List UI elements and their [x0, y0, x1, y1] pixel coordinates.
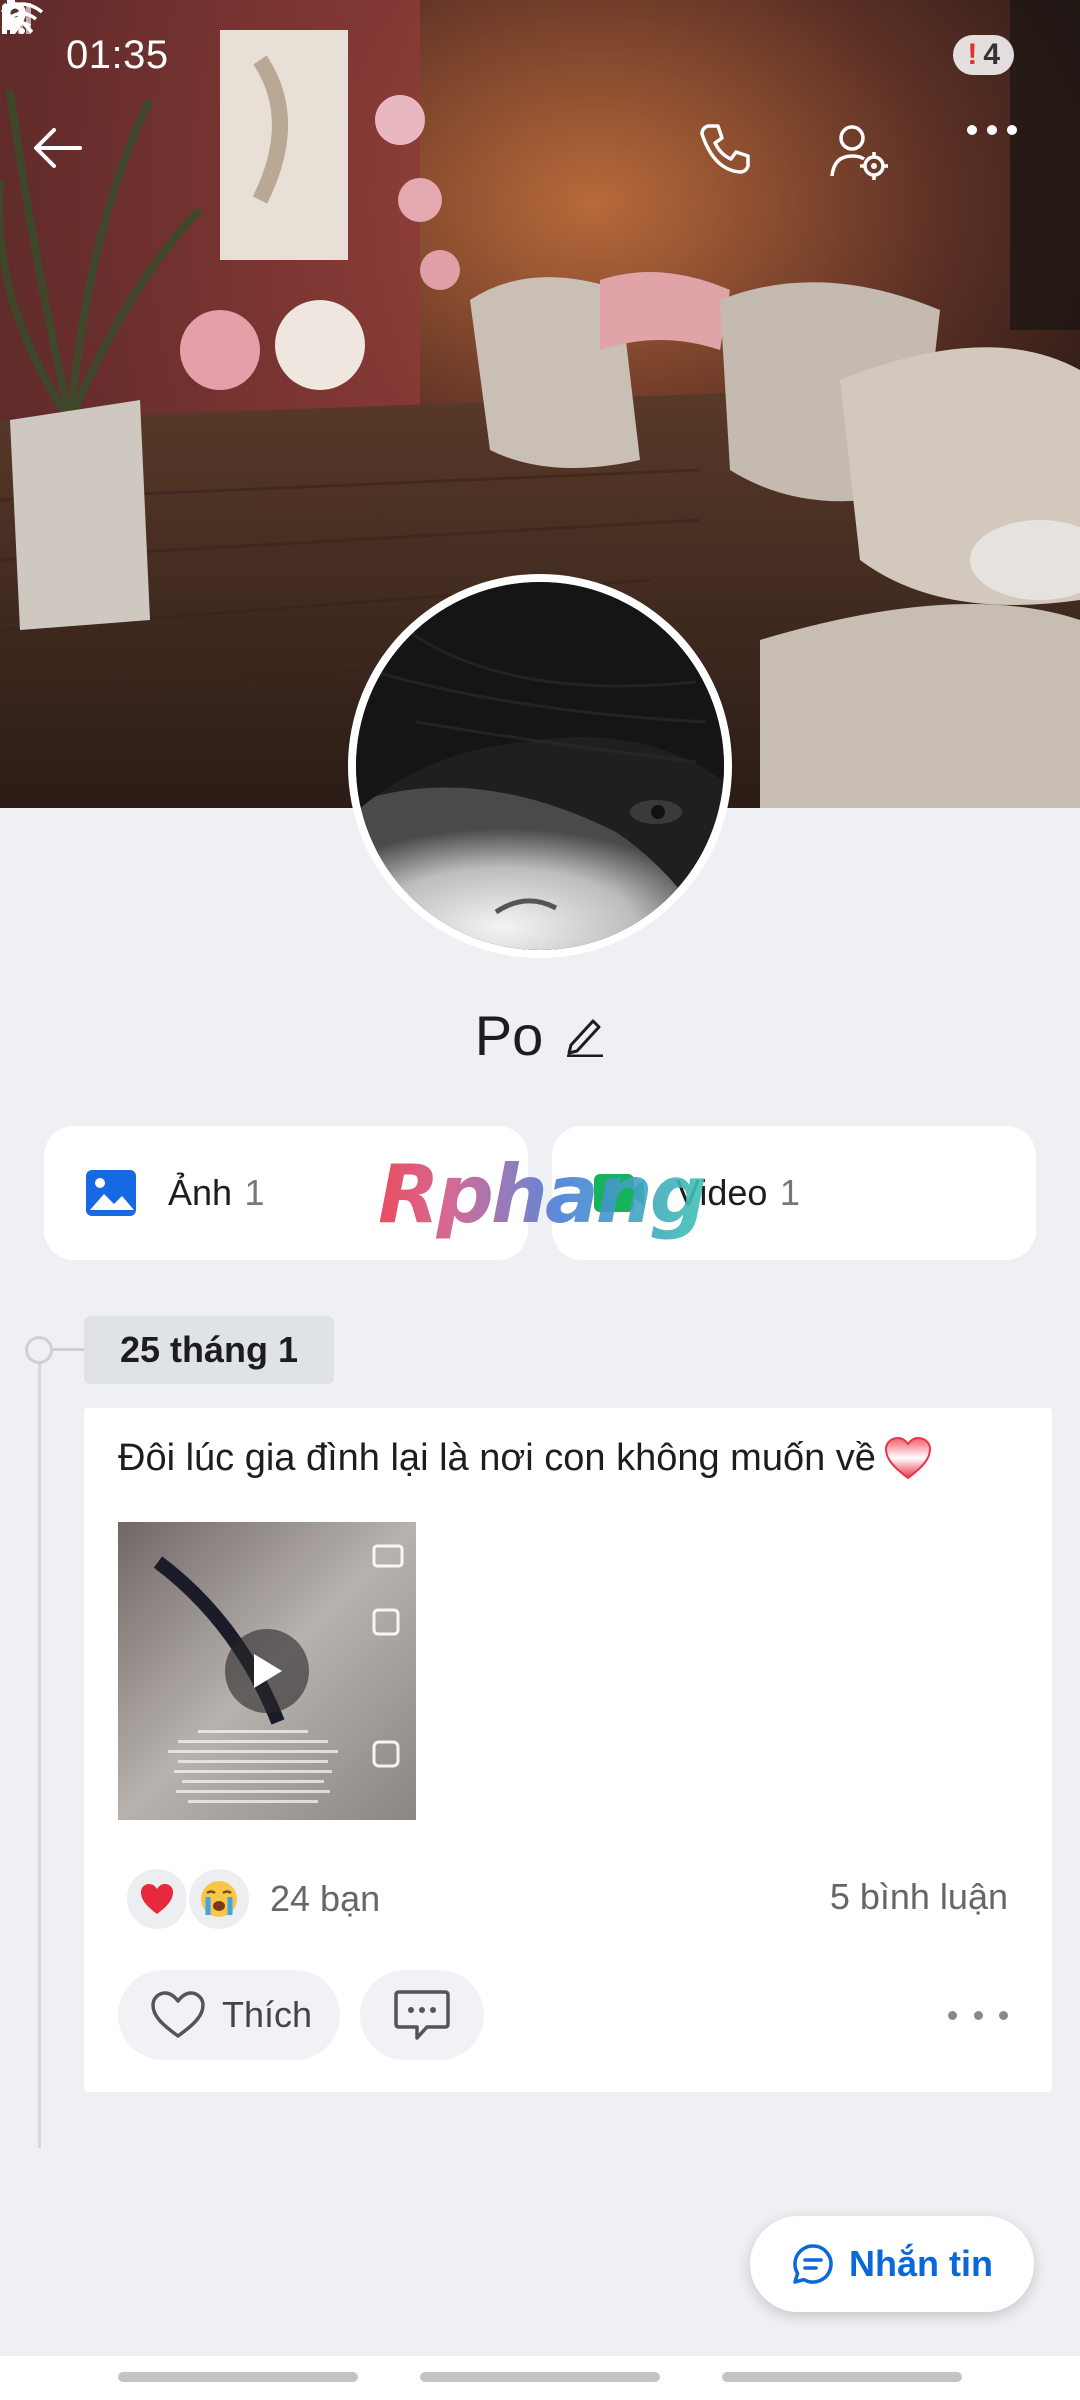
message-label: Nhắn tin	[849, 2243, 993, 2284]
back-arrow-icon	[34, 128, 82, 168]
top-nav	[0, 120, 1080, 216]
crying-reaction	[186, 1866, 252, 1932]
play-icon	[254, 1654, 282, 1688]
status-bar: 01:35 ! 4	[0, 0, 1080, 110]
comments-count[interactable]: 5 bình luận	[830, 1876, 1008, 1918]
status-time: 01:35	[66, 32, 169, 77]
message-button[interactable]: Nhắn tin	[750, 2216, 1034, 2312]
back-button[interactable]	[30, 120, 126, 216]
post-text: Đôi lúc gia đình lại là nơi con không mu…	[118, 1436, 876, 1479]
more-options-button[interactable]	[964, 120, 1060, 216]
notification-badge: ! 4	[953, 35, 1014, 75]
nav-handle-left[interactable]	[118, 2372, 358, 2382]
edit-name-icon[interactable]	[565, 1013, 605, 1057]
profile-settings-button[interactable]	[828, 120, 924, 216]
comment-button[interactable]	[360, 1970, 484, 2060]
crying-face-icon	[201, 1881, 237, 1917]
phone-icon	[700, 124, 750, 174]
signal-icon	[2, 3, 31, 34]
heart-reaction	[124, 1866, 190, 1932]
watermark-logo: Rphang	[378, 1150, 708, 1240]
photo-icon	[86, 1170, 136, 1216]
reactions-count: 24 bạn	[270, 1878, 381, 1919]
timeline-line	[38, 1348, 41, 2148]
post-text-row: Đôi lúc gia đình lại là nơi con không mu…	[118, 1436, 932, 1480]
play-button[interactable]	[225, 1629, 309, 1713]
photos-label: Ảnh	[168, 1172, 233, 1213]
nav-handle-center[interactable]	[420, 2372, 660, 2382]
nav-handle-right[interactable]	[722, 2372, 962, 2382]
post-more-button[interactable]	[948, 2000, 1008, 2030]
timeline-connector	[52, 1348, 84, 1351]
like-label: Thích	[222, 1994, 313, 2035]
videos-count: 1	[779, 1172, 800, 1213]
timeline-date: 25 tháng 1	[84, 1316, 335, 1384]
post-video-thumbnail[interactable]	[118, 1522, 416, 1820]
avatar[interactable]	[348, 574, 732, 958]
reactions-summary[interactable]: 24 bạn	[124, 1864, 380, 1934]
message-icon	[793, 2244, 833, 2284]
notification-count: 4	[983, 38, 1000, 71]
photos-count: 1	[244, 1172, 265, 1213]
profile-name-row: Po	[0, 990, 1080, 1080]
heart-icon	[141, 1884, 173, 1914]
dot-icon	[973, 2010, 983, 2020]
avatar-image	[356, 582, 724, 950]
post-card: Đôi lúc gia đình lại là nơi con không mu…	[84, 1408, 1052, 2092]
user-settings-icon	[830, 125, 888, 180]
call-button[interactable]	[694, 120, 790, 216]
comment-icon	[394, 1990, 450, 2040]
timeline-dot	[25, 1336, 53, 1364]
heart-emoji-icon	[884, 1436, 931, 1480]
heart-outline-icon	[151, 1991, 205, 2038]
dot-icon	[948, 2010, 957, 2020]
more-icon	[967, 125, 1017, 135]
like-button[interactable]: Thích	[118, 1970, 340, 2060]
dot-icon	[999, 2010, 1008, 2020]
profile-name: Po	[474, 1003, 544, 1067]
